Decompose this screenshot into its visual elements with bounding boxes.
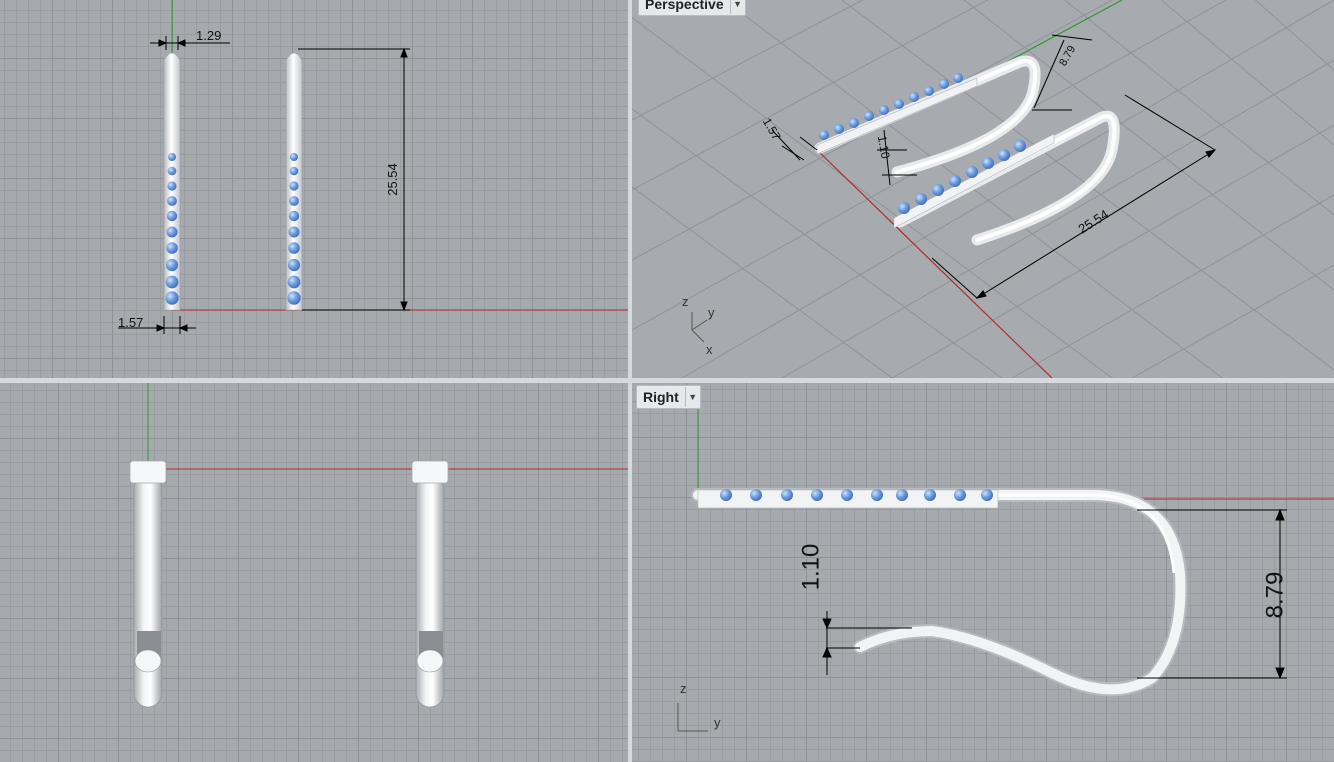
viewport-title-label: Right — [643, 389, 679, 405]
axis-label-y: y — [708, 305, 715, 320]
viewport-title-right[interactable]: Right ▼ — [636, 385, 701, 409]
perspective-viewport[interactable]: Perspective ▼ 1.57 1.10 25.54 8.79 z y x — [632, 0, 1334, 378]
dim-label-length: 25.54 — [384, 163, 400, 196]
right-dim-hook-height: 8.79 — [1261, 571, 1289, 619]
earring-left-front — [129, 460, 167, 708]
axis-label-x: x — [706, 342, 713, 357]
chevron-down-icon[interactable]: ▼ — [729, 0, 745, 14]
viewport-title-label: Perspective — [645, 0, 724, 12]
axis-label-z: z — [680, 681, 687, 696]
dim-label-wire-thickness: 1.29 — [196, 28, 222, 43]
perspective-grid — [632, 0, 1334, 378]
gems-back — [819, 73, 963, 140]
earring-right — [285, 52, 303, 311]
axis-gizmo — [691, 312, 708, 343]
axis-label-z: z — [682, 294, 689, 309]
viewport-title-perspective[interactable]: Perspective ▼ — [638, 0, 746, 16]
earring-right-front — [411, 460, 449, 708]
right-view-canvas — [677, 409, 1334, 732]
dim-label-bar-width: 1.57 — [118, 315, 144, 330]
front-view-canvas — [129, 383, 628, 708]
chevron-down-icon[interactable]: ▼ — [684, 387, 700, 407]
axis-label-y: y — [714, 715, 721, 730]
y-axis-line — [991, 0, 1123, 71]
top-viewport[interactable]: 1.29 1.57 25.54 — [0, 0, 628, 378]
right-dim-stone-height: 1.10 — [797, 543, 825, 591]
top-view-canvas — [118, 0, 628, 334]
earring-left — [163, 52, 181, 311]
right-dim-lines — [822, 508, 1287, 680]
earring-side — [691, 488, 1188, 697]
perspective-canvas — [632, 0, 1334, 378]
right-viewport[interactable]: Right ▼ 1.10 8.79 z y — [632, 383, 1334, 762]
axis-gizmo — [677, 703, 708, 732]
front-viewport[interactable] — [0, 383, 628, 762]
